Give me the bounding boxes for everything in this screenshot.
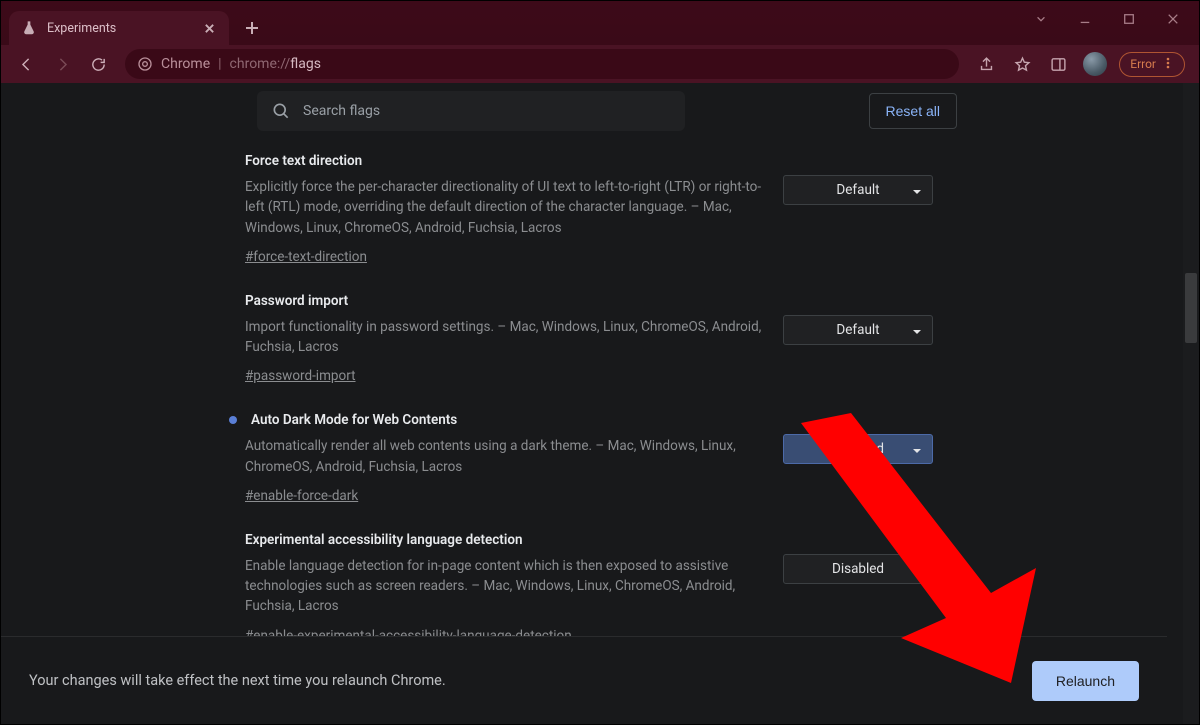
error-label: Error: [1130, 57, 1156, 71]
browser-window: Experiments: [0, 0, 1200, 725]
url-path: flags: [290, 56, 321, 72]
toolbar: Chrome | chrome://flags Error: [1, 45, 1199, 83]
experiment-title: Experimental accessibility language dete…: [245, 532, 765, 548]
new-tab-button[interactable]: [237, 13, 267, 43]
experiment-select-value: Disabled: [832, 561, 884, 577]
chevron-down-icon: [912, 566, 922, 576]
search-input[interactable]: Search flags: [257, 91, 685, 131]
experiment-description: Automatically render all web contents us…: [245, 436, 765, 477]
url-scheme-label: Chrome: [161, 56, 210, 72]
kebab-icon: [1162, 57, 1174, 72]
experiments-list: Force text direction Explicitly force the…: [245, 153, 933, 672]
experiment-title: Auto Dark Mode for Web Contents: [245, 412, 765, 428]
vertical-scrollbar[interactable]: [1183, 83, 1199, 724]
search-placeholder: Search flags: [303, 103, 380, 119]
relaunch-bar: Your changes will take effect the next t…: [1, 636, 1167, 724]
share-button[interactable]: [969, 49, 1003, 79]
flags-topbar: Search flags Reset all: [1, 83, 1183, 139]
forward-button[interactable]: [45, 49, 79, 79]
chevron-down-icon: [912, 187, 922, 197]
profile-avatar[interactable]: [1083, 52, 1107, 76]
back-button[interactable]: [9, 49, 43, 79]
close-window-button[interactable]: [1151, 4, 1195, 34]
tab-title: Experiments: [47, 21, 116, 36]
experiment-description: Enable language detection for in-page co…: [245, 556, 765, 617]
tab-strip: Experiments: [1, 1, 1199, 45]
chevron-down-icon: [912, 327, 922, 337]
experiment-select-value: Default: [836, 322, 879, 338]
relaunch-button[interactable]: Relaunch: [1032, 661, 1139, 701]
close-tab-button[interactable]: [201, 20, 217, 36]
experiment-select[interactable]: Disabled: [783, 434, 933, 464]
experiment-description: Import functionality in password setting…: [245, 317, 765, 358]
scrollbar-thumb[interactable]: [1185, 273, 1197, 343]
error-menu-button[interactable]: Error: [1119, 52, 1185, 77]
experiment-hash-link[interactable]: #password-import: [245, 368, 356, 384]
experiment-select[interactable]: Default: [783, 315, 933, 345]
experiment-item: Force text direction Explicitly force the…: [245, 153, 933, 293]
search-icon: [271, 101, 291, 121]
browser-tab[interactable]: Experiments: [9, 11, 229, 45]
experiment-item: Auto Dark Mode for Web Contents Automatic…: [245, 412, 933, 532]
bookmark-button[interactable]: [1005, 49, 1039, 79]
experiment-select-value: Disabled: [832, 441, 884, 457]
relaunch-message: Your changes will take effect the next t…: [29, 672, 446, 689]
flask-icon: [21, 20, 37, 36]
url-prefix: chrome://: [230, 56, 291, 72]
reset-all-button[interactable]: Reset all: [869, 93, 957, 129]
toolbar-right: Error: [969, 49, 1191, 79]
experiment-select[interactable]: Disabled: [783, 554, 933, 584]
maximize-button[interactable]: [1107, 4, 1151, 34]
experiment-title: Password import: [245, 293, 765, 309]
url-separator: |: [218, 56, 221, 72]
page-viewport: Search flags Reset all Force text direct…: [1, 83, 1199, 724]
chevron-down-icon: [912, 446, 922, 456]
experiment-select[interactable]: Default: [783, 175, 933, 205]
window-controls: [1019, 1, 1195, 37]
experiment-description: Explicitly force the per-character direc…: [245, 177, 765, 238]
reload-button[interactable]: [81, 49, 115, 79]
modified-indicator-dot: [229, 416, 237, 424]
experiment-title: Force text direction: [245, 153, 765, 169]
experiment-hash-link[interactable]: #enable-force-dark: [245, 488, 358, 504]
experiment-select-value: Default: [836, 182, 879, 198]
experiment-hash-link[interactable]: #force-text-direction: [245, 249, 367, 265]
tab-search-button[interactable]: [1019, 4, 1063, 34]
experiment-item: Password import Import functionality in p…: [245, 293, 933, 413]
chrome-icon: [137, 56, 153, 72]
minimize-button[interactable]: [1063, 4, 1107, 34]
address-bar[interactable]: Chrome | chrome://flags: [125, 49, 959, 79]
side-panel-button[interactable]: [1041, 49, 1075, 79]
scroll-region[interactable]: Search flags Reset all Force text direct…: [1, 83, 1183, 724]
